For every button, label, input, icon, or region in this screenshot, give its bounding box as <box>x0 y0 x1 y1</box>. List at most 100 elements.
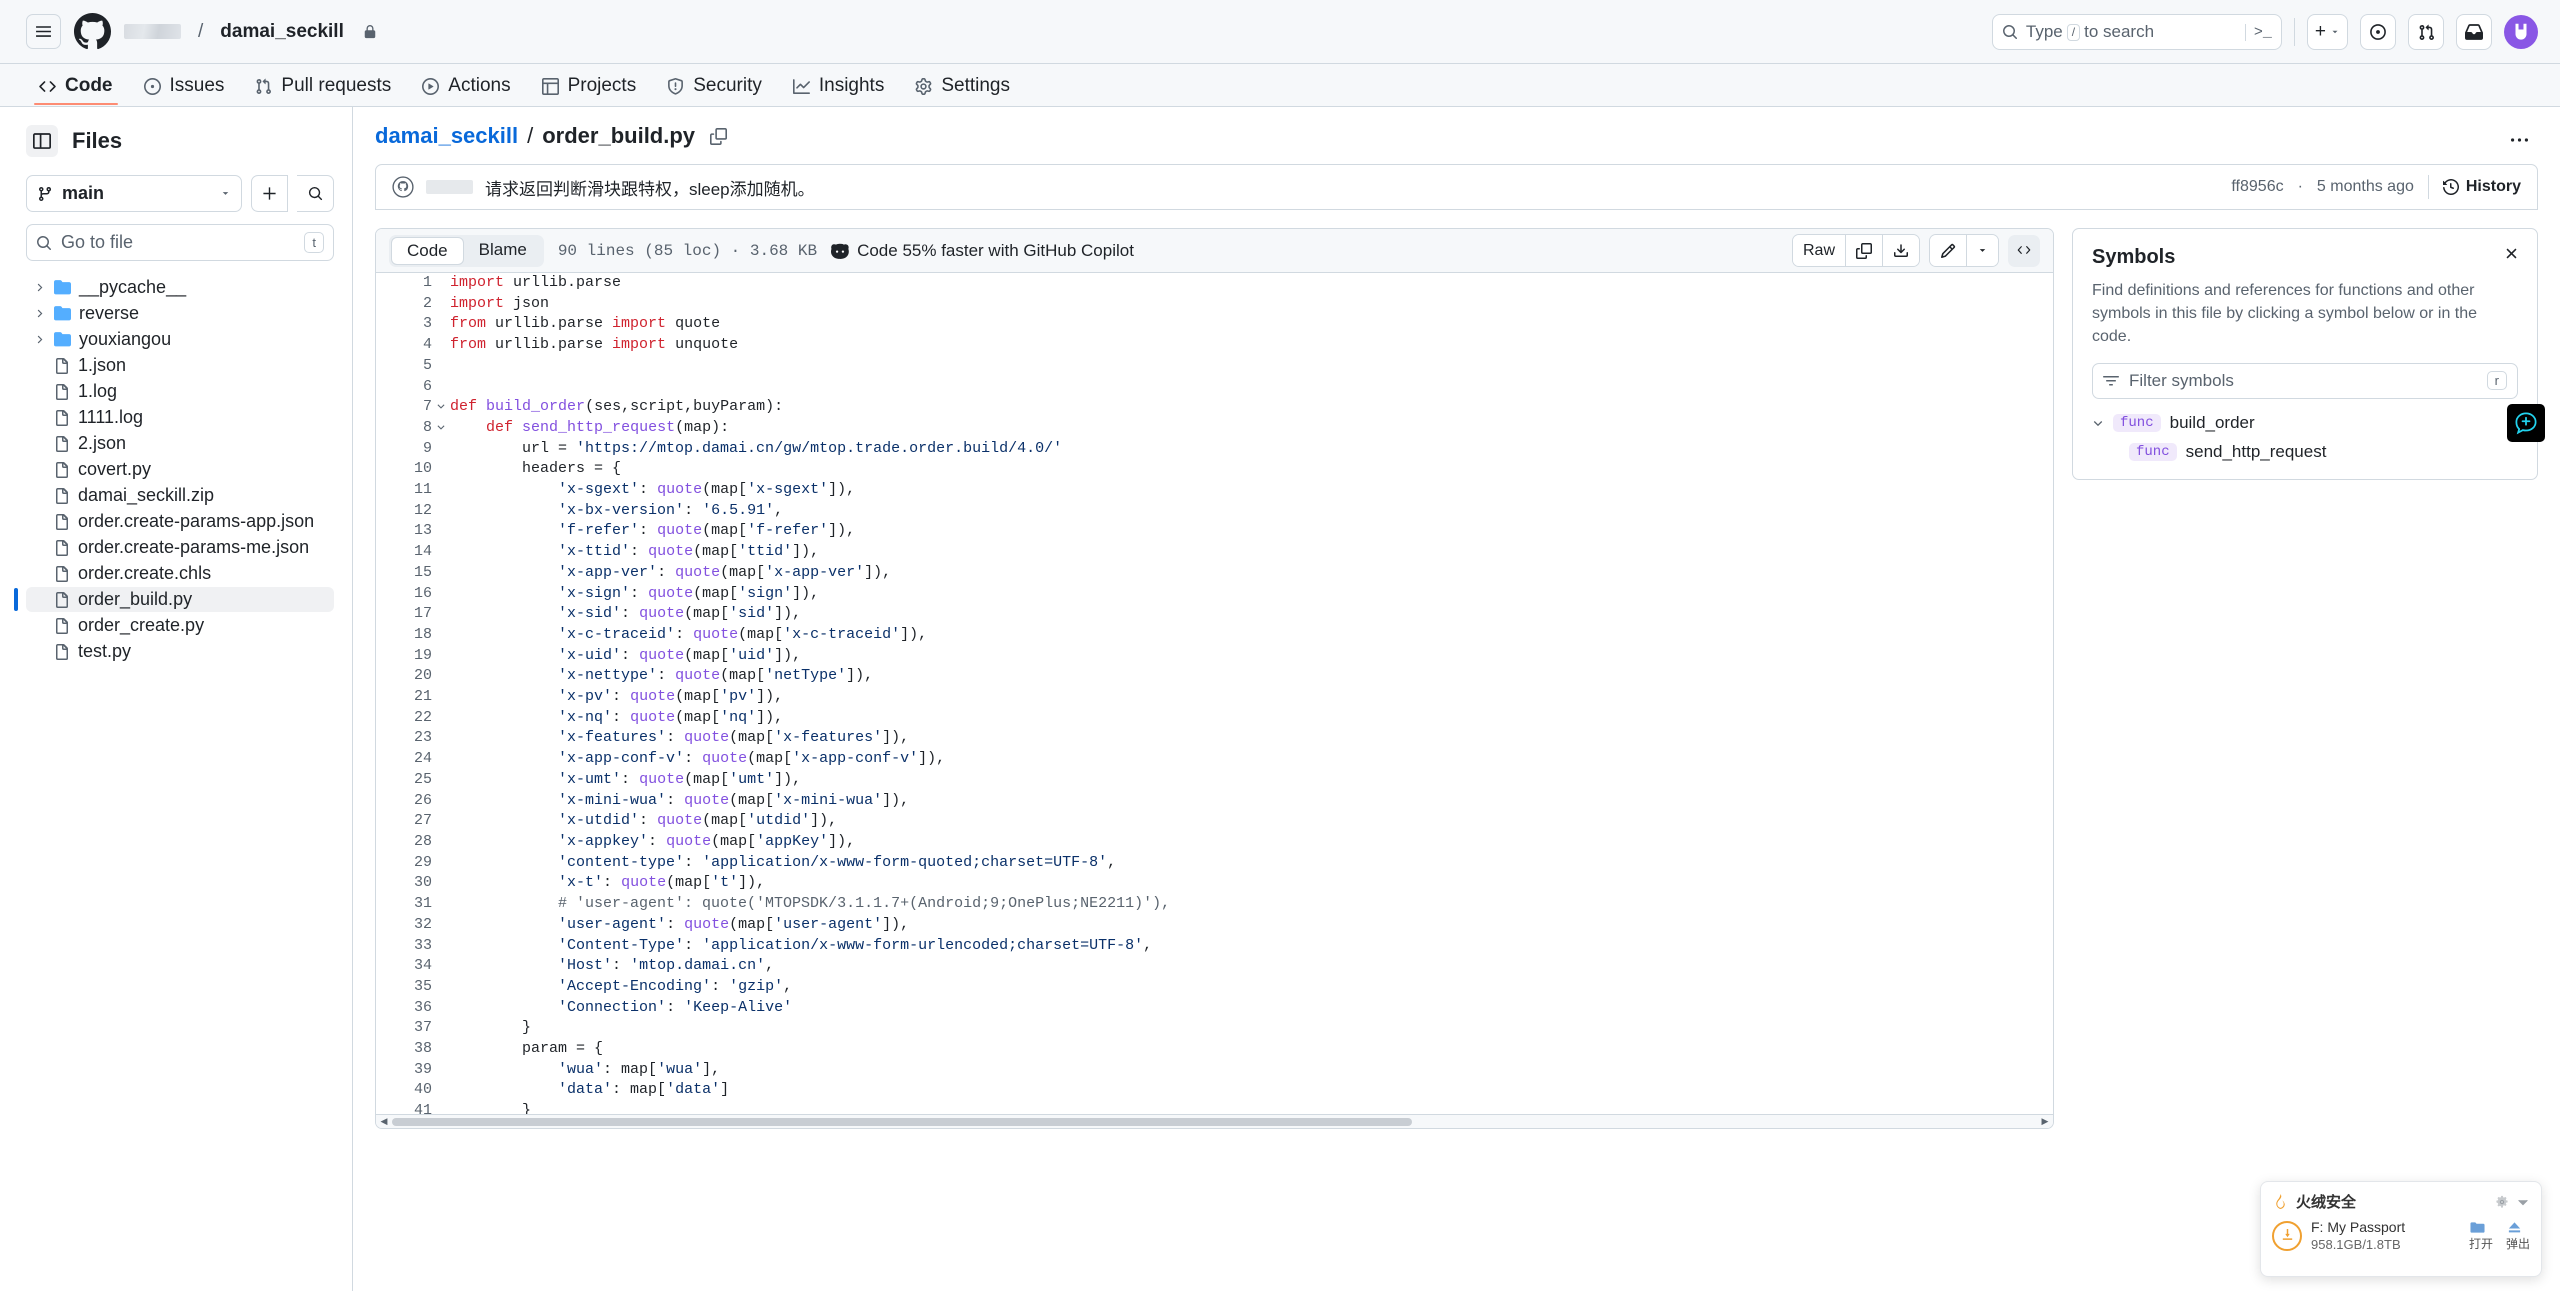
branch-selector[interactable]: main <box>26 175 242 212</box>
code-line-content[interactable]: 'x-sgext': quote(map['x-sgext']), <box>450 480 2053 501</box>
commit-author-redacted[interactable] <box>426 180 473 194</box>
tree-file-row[interactable]: covert.py <box>26 457 334 482</box>
line-number[interactable]: 25 <box>376 770 432 791</box>
code-line-content[interactable]: 'Accept-Encoding': 'gzip', <box>450 977 2053 998</box>
tab-settings[interactable]: Settings <box>902 68 1023 106</box>
line-number[interactable]: 11 <box>376 480 432 501</box>
line-number[interactable]: 28 <box>376 832 432 853</box>
tab-insights[interactable]: Insights <box>780 68 897 106</box>
code-line-content[interactable]: from urllib.parse import unquote <box>450 335 2053 356</box>
code-line-content[interactable]: 'content-type': 'application/x-www-form-… <box>450 853 2053 874</box>
close-icon[interactable] <box>2503 245 2520 262</box>
code-line-content[interactable]: 'Content-Type': 'application/x-www-form-… <box>450 936 2053 957</box>
code-line-content[interactable]: param = { <box>450 1039 2053 1060</box>
code-line-content[interactable]: 'x-uid': quote(map['uid']), <box>450 646 2053 667</box>
code-line-content[interactable]: 'Connection': 'Keep-Alive' <box>450 998 2053 1019</box>
line-number[interactable]: 10 <box>376 459 432 480</box>
scroll-track[interactable] <box>392 1115 2037 1129</box>
tree-file-row[interactable]: 1111.log <box>26 405 334 430</box>
line-number[interactable]: 30 <box>376 873 432 894</box>
line-number[interactable]: 17 <box>376 604 432 625</box>
line-number[interactable]: 33 <box>376 936 432 957</box>
tab-pull-requests[interactable]: Pull requests <box>242 68 404 106</box>
code-line-content[interactable]: # 'user-agent': quote('MTOPSDK/3.1.1.7+(… <box>450 894 2053 915</box>
code-line-content[interactable] <box>450 356 2053 377</box>
gear-icon[interactable] <box>2495 1195 2509 1209</box>
symbol-row[interactable]: func send_http_request <box>2092 442 2518 462</box>
tab-blame-view[interactable]: Blame <box>464 237 542 265</box>
code-line-content[interactable]: 'x-nq': quote(map['nq']), <box>450 708 2053 729</box>
tab-actions[interactable]: Actions <box>409 68 523 106</box>
tree-folder-row[interactable]: __pycache__ <box>26 275 334 300</box>
code-fold-toggle[interactable] <box>432 397 450 418</box>
line-number[interactable]: 6 <box>376 377 432 398</box>
line-number[interactable]: 13 <box>376 521 432 542</box>
line-number[interactable]: 20 <box>376 666 432 687</box>
open-drive-button[interactable]: 打开 <box>2469 1220 2493 1252</box>
tab-code[interactable]: Code <box>26 68 126 106</box>
code-line-content[interactable]: 'wua': map['wua'], <box>450 1060 2053 1081</box>
code-line-content[interactable]: 'f-refer': quote(map['f-refer']), <box>450 521 2053 542</box>
horizontal-scrollbar[interactable]: ◀ ▶ <box>376 1114 2053 1128</box>
code-line-content[interactable]: 'x-umt': quote(map['umt']), <box>450 770 2053 791</box>
terminal-icon[interactable]: >_ <box>2244 23 2272 41</box>
line-number[interactable]: 36 <box>376 998 432 1019</box>
chat-widget-icon[interactable] <box>2507 404 2545 442</box>
chevron-down-icon[interactable] <box>2092 417 2104 429</box>
line-number[interactable]: 12 <box>376 501 432 522</box>
code-line-content[interactable]: 'x-mini-wua': quote(map['x-mini-wua']), <box>450 791 2053 812</box>
code-line-content[interactable]: import json <box>450 294 2053 315</box>
line-number[interactable]: 9 <box>376 439 432 460</box>
tree-file-row[interactable]: 1.json <box>26 353 334 378</box>
edit-caret-down-icon[interactable] <box>1967 235 1998 266</box>
code-line-content[interactable]: 'x-c-traceid': quote(map['x-c-traceid'])… <box>450 625 2053 646</box>
code-line-content[interactable]: 'x-appkey': quote(map['appKey']), <box>450 832 2053 853</box>
code-scroll-container[interactable]: 1 import urllib.parse 2 import json 3 from ur… <box>376 273 2053 1128</box>
line-number[interactable]: 2 <box>376 294 432 315</box>
line-number[interactable]: 27 <box>376 811 432 832</box>
chevron-right-icon[interactable] <box>32 282 46 293</box>
code-line-content[interactable]: 'x-pv': quote(map['pv']), <box>450 687 2053 708</box>
tree-file-row[interactable]: test.py <box>26 639 334 664</box>
copilot-button[interactable] <box>2360 14 2396 50</box>
tree-file-row[interactable]: order.create-params-app.json <box>26 509 334 534</box>
download-icon[interactable] <box>1883 235 1919 266</box>
commit-author-avatar[interactable] <box>392 176 414 198</box>
tree-folder-row[interactable]: youxiangou <box>26 327 334 352</box>
tab-security[interactable]: Security <box>654 68 775 106</box>
raw-button[interactable]: Raw <box>1792 235 1846 266</box>
tree-file-row[interactable]: order_create.py <box>26 613 334 638</box>
code-line-content[interactable]: def build_order(ses,script,buyParam): <box>450 397 2053 418</box>
code-line-content[interactable]: 'x-app-ver': quote(map['x-app-ver']), <box>450 563 2053 584</box>
code-line-content[interactable]: from urllib.parse import quote <box>450 314 2053 335</box>
line-number[interactable]: 1 <box>376 273 432 294</box>
code-line-content[interactable]: def send_http_request(map): <box>450 418 2053 439</box>
breadcrumb-repo-link[interactable]: damai_seckill <box>375 123 518 149</box>
code-line-content[interactable]: 'x-sid': quote(map['sid']), <box>450 604 2053 625</box>
code-line-content[interactable]: 'user-agent': quote(map['user-agent']), <box>450 915 2053 936</box>
line-number[interactable]: 4 <box>376 335 432 356</box>
owner-name-redacted[interactable] <box>124 24 181 39</box>
sidebar-collapse-icon[interactable] <box>26 125 58 157</box>
code-line-content[interactable]: 'x-bx-version': '6.5.91', <box>450 501 2053 522</box>
line-number[interactable]: 37 <box>376 1018 432 1039</box>
repo-name-link[interactable]: damai_seckill <box>220 21 344 43</box>
tree-file-row[interactable]: order.create-params-me.json <box>26 535 334 560</box>
line-number[interactable]: 7 <box>376 397 432 418</box>
code-line-content[interactable]: url = 'https://mtop.damai.cn/gw/mtop.tra… <box>450 439 2053 460</box>
line-number[interactable]: 26 <box>376 791 432 812</box>
copilot-promo[interactable]: Code 55% faster with GitHub Copilot <box>831 241 1134 261</box>
tree-file-row[interactable]: damai_seckill.zip <box>26 483 334 508</box>
line-number[interactable]: 22 <box>376 708 432 729</box>
chevron-down-icon[interactable] <box>2516 1195 2530 1209</box>
code-fold-toggle[interactable] <box>432 418 450 439</box>
line-number[interactable]: 23 <box>376 728 432 749</box>
code-line-content[interactable]: 'x-nettype': quote(map['netType']), <box>450 666 2053 687</box>
line-number[interactable]: 3 <box>376 314 432 335</box>
line-number[interactable]: 35 <box>376 977 432 998</box>
tree-file-row[interactable]: 1.log <box>26 379 334 404</box>
line-number[interactable]: 29 <box>376 853 432 874</box>
scroll-left-arrow[interactable]: ◀ <box>376 1116 392 1127</box>
code-symbols-toggle[interactable] <box>2008 234 2040 267</box>
tab-issues[interactable]: Issues <box>131 68 238 106</box>
